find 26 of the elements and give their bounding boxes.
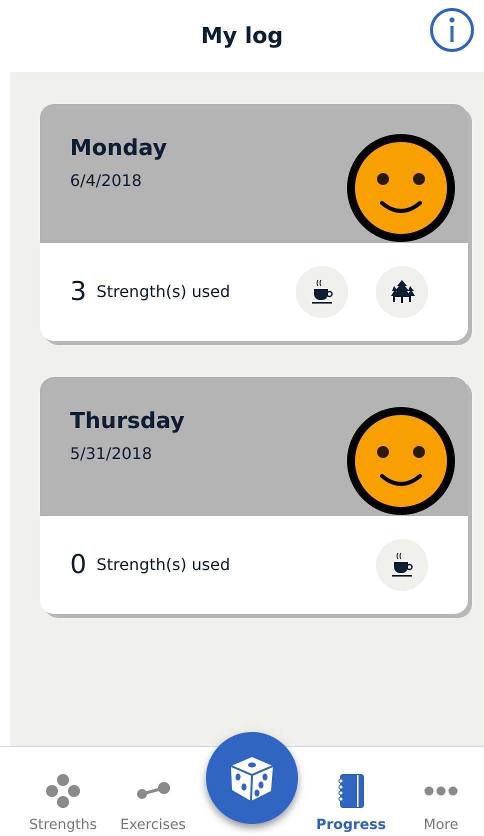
dots-icon <box>45 773 81 809</box>
page-title: My log <box>200 22 284 50</box>
day-name: Monday <box>70 135 167 163</box>
tab[interactable]: Exercises <box>108 747 198 834</box>
coffee-cup-icon <box>296 266 348 318</box>
strength-count: 0 <box>70 548 87 582</box>
log-card[interactable]: Monday 6/4/2018 3 Strength(s) used <box>40 104 468 341</box>
date-text: 6/4/2018 <box>70 170 143 192</box>
strength-label: Strength(s) used <box>96 281 230 303</box>
coffee-cup-icon <box>376 539 428 591</box>
log-card[interactable]: Thursday 5/31/2018 0 Strength(s) used <box>40 377 468 614</box>
day-name: Thursday <box>70 408 185 436</box>
connected-dots-icon <box>135 781 171 801</box>
tab[interactable]: Progress <box>306 747 396 834</box>
more-icon <box>423 785 459 797</box>
smiley-face-icon <box>346 132 456 242</box>
smiley-face-icon <box>346 406 456 516</box>
dice-button[interactable] <box>206 732 298 824</box>
notebook-icon <box>337 773 365 809</box>
strength-label: Strength(s) used <box>96 554 230 576</box>
tab[interactable]: More <box>396 747 484 834</box>
trees-icon <box>376 266 428 318</box>
info-icon[interactable] <box>430 8 474 52</box>
strength-count: 3 <box>70 276 87 308</box>
tab[interactable]: Strengths <box>18 747 108 834</box>
date-text: 5/31/2018 <box>70 443 154 465</box>
